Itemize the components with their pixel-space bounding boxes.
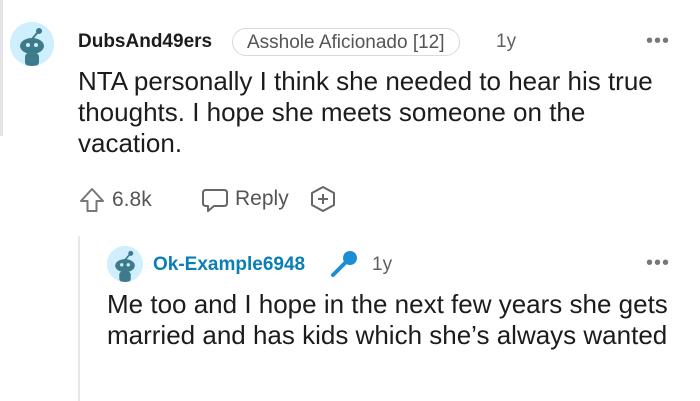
microphone-icon [328, 248, 360, 280]
snoo-avatar-icon [10, 22, 54, 66]
reply-button[interactable]: Reply [200, 184, 298, 216]
upvote-arrow-icon [80, 188, 104, 212]
thread-line [0, 0, 3, 136]
upvote-button[interactable] [78, 186, 106, 214]
reply-age: 1y [372, 254, 393, 275]
reply-more-options-icon[interactable]: ••• [646, 252, 670, 275]
speech-bubble-icon [202, 189, 228, 212]
reply-label: Reply [235, 187, 289, 210]
reply-avatar[interactable] [107, 246, 143, 282]
reply-username[interactable]: Ok-Example6948 [153, 254, 305, 276]
user-flair: Asshole Aficionado [12] [232, 28, 460, 56]
snoo-avatar-icon [107, 246, 143, 282]
comment-age: 1y [496, 31, 517, 52]
award-button[interactable] [308, 184, 338, 214]
reply-thread-line [78, 236, 80, 401]
more-options-icon[interactable]: ••• [646, 30, 670, 53]
reply-body: Me too and I hope in the next few years … [107, 289, 668, 350]
avatar[interactable] [10, 22, 54, 66]
comment-username[interactable]: DubsAnd49ers [78, 31, 212, 53]
plus-award-icon [311, 186, 335, 212]
comment-body: NTA personally I think she needed to hea… [78, 66, 653, 158]
vote-count: 6.8k [112, 188, 152, 211]
